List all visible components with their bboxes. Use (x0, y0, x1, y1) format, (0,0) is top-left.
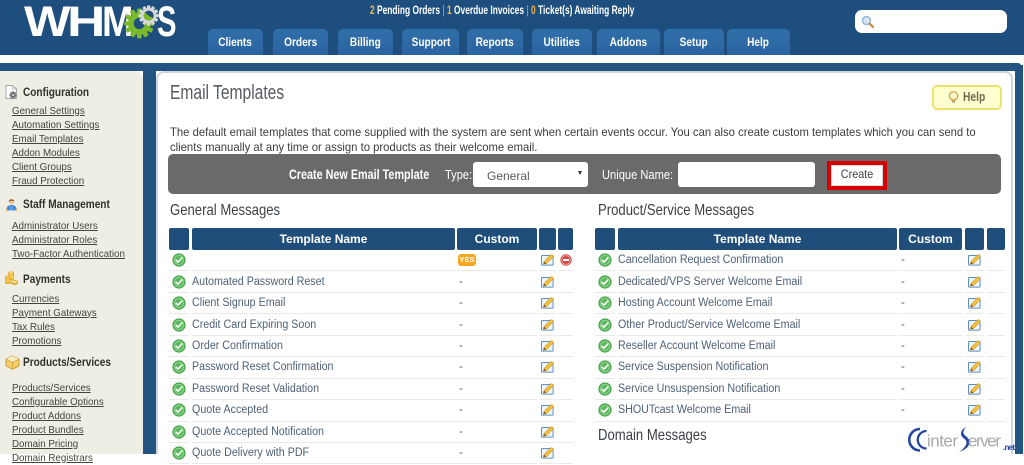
svg-text:inter: inter (927, 432, 958, 451)
svg-text:erver: erver (968, 432, 1001, 451)
svg-text:.net: .net (1003, 443, 1015, 452)
